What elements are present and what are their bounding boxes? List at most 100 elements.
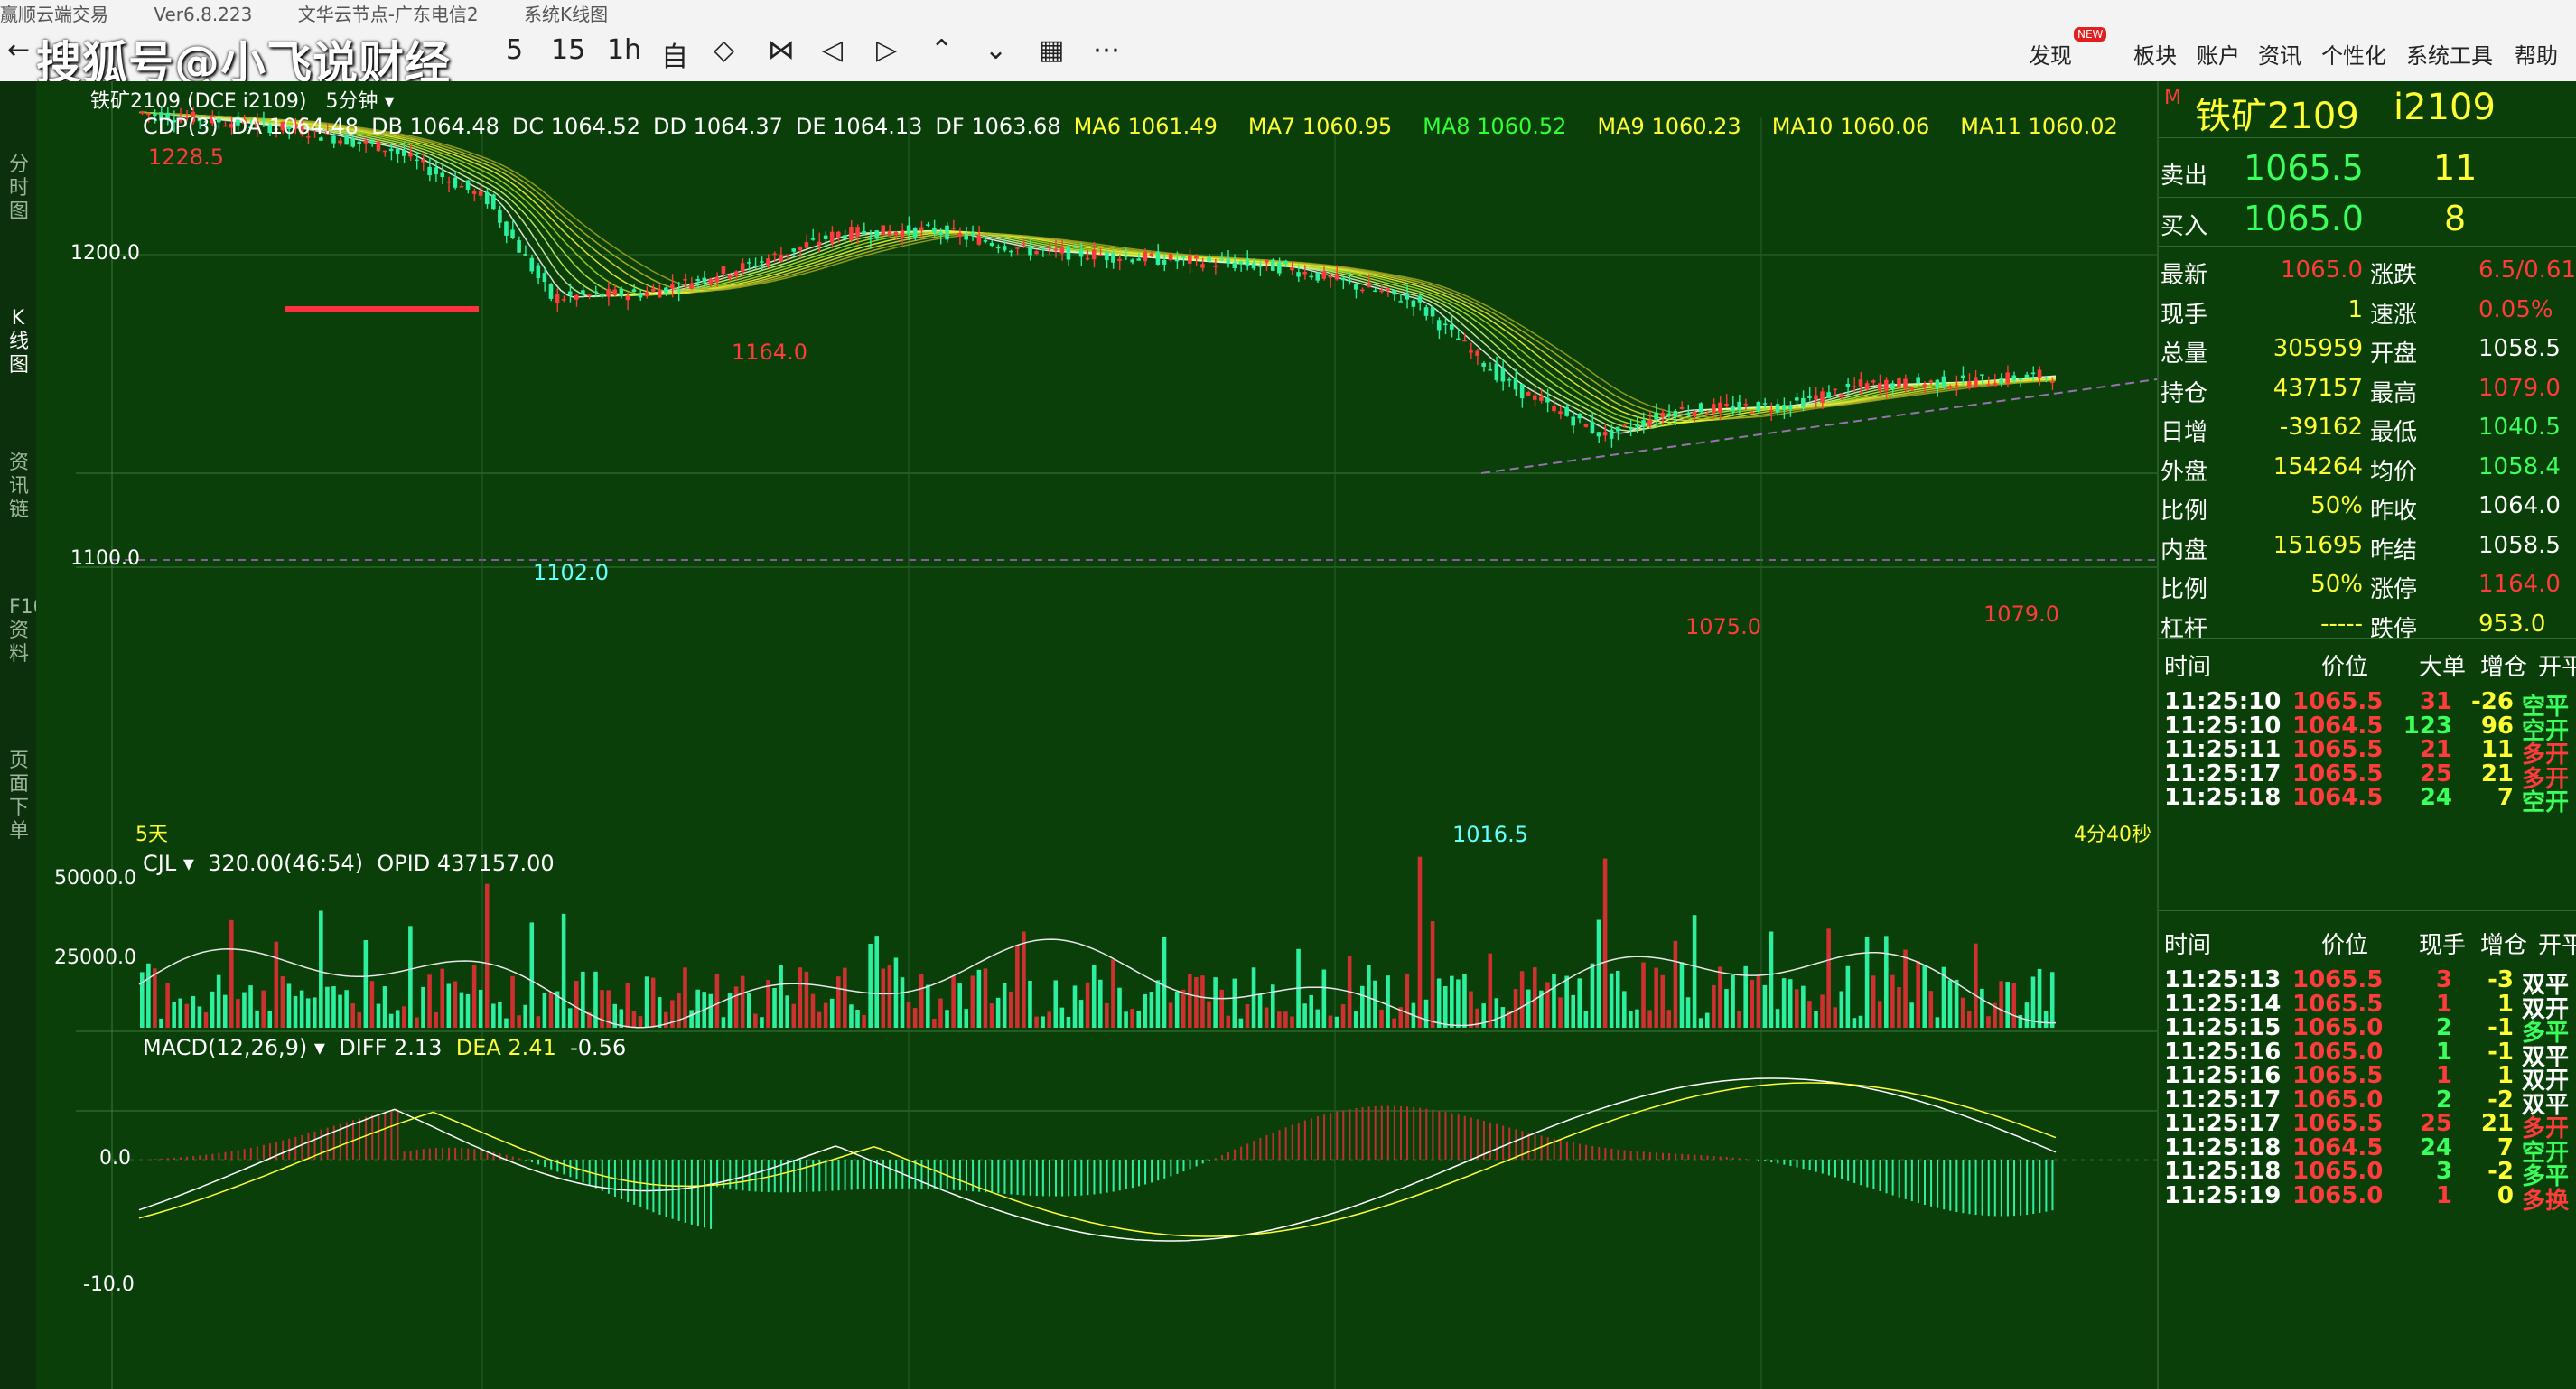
candle-body	[1066, 246, 1071, 260]
volume-bar	[146, 963, 151, 1028]
volume-bar	[299, 990, 304, 1028]
volume-value: 320.00(46:54)	[208, 851, 364, 876]
menu-account[interactable]: 账户	[2197, 38, 2240, 70]
volume-bar	[1232, 978, 1237, 1028]
stats-row: 比例 50% 涨停 1164.0	[2159, 564, 2576, 603]
zoom-out-icon[interactable]: ◇	[714, 34, 734, 66]
stats-row: 外盘 154264 均价 1058.4	[2159, 446, 2576, 486]
volume-bar	[1986, 1016, 1991, 1028]
stat-value: 1064.0	[2478, 492, 2561, 519]
volume-bar	[835, 976, 841, 1028]
period-5-button[interactable]: 5	[506, 34, 523, 66]
candle-body	[1897, 378, 1901, 387]
volume-bar	[1098, 979, 1103, 1028]
menu-news[interactable]: 资讯	[2258, 38, 2301, 70]
volume-bar	[1526, 989, 1531, 1028]
chevron-down-icon[interactable]: ⌄	[985, 34, 1007, 66]
volume-bar	[631, 1011, 637, 1028]
candle-body	[504, 221, 509, 236]
candle-body	[1386, 288, 1390, 291]
candle-body	[408, 153, 413, 157]
candle-body	[1423, 307, 1429, 316]
volume-bar	[989, 1003, 994, 1028]
zoom-in-icon[interactable]: ⋈	[768, 34, 795, 66]
window-name-label: 系统K线图	[524, 4, 609, 25]
stat-label: 昨收	[2370, 498, 2418, 525]
candle-body	[932, 228, 937, 233]
candle-body	[2049, 381, 2055, 383]
candle-body	[938, 231, 943, 236]
period-15-button[interactable]: 15	[551, 34, 585, 66]
candle-body	[804, 242, 809, 248]
volume-bar	[817, 1011, 822, 1028]
more-icon[interactable]: ⋯	[1093, 34, 1120, 66]
column-header: 现手	[2419, 932, 2467, 959]
moving-average-line	[138, 111, 2057, 425]
menu-discover[interactable]: 发现	[2029, 38, 2072, 70]
server-node-label: 文华云节点-广东电信2	[297, 4, 479, 25]
candle-body	[1488, 369, 1493, 371]
volume-bar	[280, 976, 285, 1028]
bid-row[interactable]: 买入 1065.0 8	[2159, 195, 2576, 246]
candle-body	[1928, 380, 1934, 383]
sidebar-item-kline[interactable]: K线图	[9, 307, 29, 378]
volume-bar	[1328, 1015, 1333, 1028]
menu-system-tools[interactable]: 系统工具	[2406, 38, 2493, 70]
menu-sector[interactable]: 板块	[2133, 38, 2177, 70]
candle-body	[421, 159, 425, 163]
table-row[interactable]: 11:25:19 1065.0 1 0 多换	[2159, 1175, 2576, 1215]
volume-bar	[951, 976, 956, 1028]
volume-bar	[976, 969, 982, 1028]
sidebar-item-order[interactable]: 页面下单	[9, 750, 29, 844]
move-left-icon[interactable]: ◁	[822, 34, 843, 66]
candle-body	[1712, 404, 1716, 414]
candle-body	[625, 295, 630, 301]
volume-bar	[1124, 1011, 1128, 1028]
candle-body	[919, 227, 924, 231]
menu-help[interactable]: 帮助	[2515, 38, 2558, 70]
candle-body	[523, 254, 527, 256]
volume-bar	[1481, 1003, 1486, 1028]
table-row[interactable]: 11:25:18 1064.5 24 7 空开	[2159, 777, 2576, 816]
back-arrow-icon[interactable]: ←	[7, 34, 30, 66]
period-dropdown[interactable]: 5分钟	[325, 90, 378, 113]
sidebar-item-news[interactable]: 资讯链	[9, 452, 29, 522]
sidebar-item-timeshare[interactable]: 分时图	[9, 154, 29, 224]
volume-bar	[319, 910, 323, 1028]
kline-chart[interactable]: 铁矿2109 (DCE i2109) 5分钟 ▾ CDP(3) DA 1064.4…	[36, 81, 2157, 1389]
volume-bar	[1149, 992, 1154, 1028]
candle-body	[1852, 386, 1857, 387]
move-right-icon[interactable]: ▷	[876, 34, 897, 66]
stat-value: 1058.5	[2478, 531, 2561, 559]
menu-personalize[interactable]: 个性化	[2321, 38, 2386, 70]
period-1h-button[interactable]: 1h	[607, 34, 641, 66]
trade-cell: 1064.5	[2292, 784, 2384, 811]
moving-average-line	[138, 111, 2057, 420]
candle-body	[478, 191, 483, 196]
ask-row[interactable]: 卖出 1065.5 11	[2159, 144, 2576, 195]
volume-bar	[900, 977, 905, 1028]
candle-body	[650, 288, 656, 292]
volume-bar	[376, 1003, 381, 1028]
volume-bar	[191, 996, 196, 1028]
candle-body	[369, 141, 375, 144]
volume-bar	[657, 997, 662, 1028]
candle-body	[1769, 410, 1774, 412]
candle-body	[964, 234, 969, 240]
sidebar-item-f10[interactable]: F10资料	[9, 596, 46, 667]
volume-bar	[1373, 980, 1377, 1028]
chevron-up-icon[interactable]: ⌃	[930, 34, 953, 66]
volume-bar	[593, 971, 598, 1028]
candle-body	[600, 294, 604, 297]
bid-volume: 8	[2444, 199, 2467, 238]
volume-bar	[363, 940, 369, 1028]
candle-body	[772, 253, 777, 256]
candle-body	[1392, 289, 1396, 295]
volume-bar	[236, 999, 240, 1028]
stat-value: -----	[2320, 610, 2363, 638]
auto-icon[interactable]: 自	[661, 34, 688, 74]
layout-grid-icon[interactable]: ▦	[1039, 34, 1064, 66]
candle-body	[357, 141, 362, 144]
candle-body	[721, 266, 726, 275]
candle-body	[1162, 259, 1167, 265]
